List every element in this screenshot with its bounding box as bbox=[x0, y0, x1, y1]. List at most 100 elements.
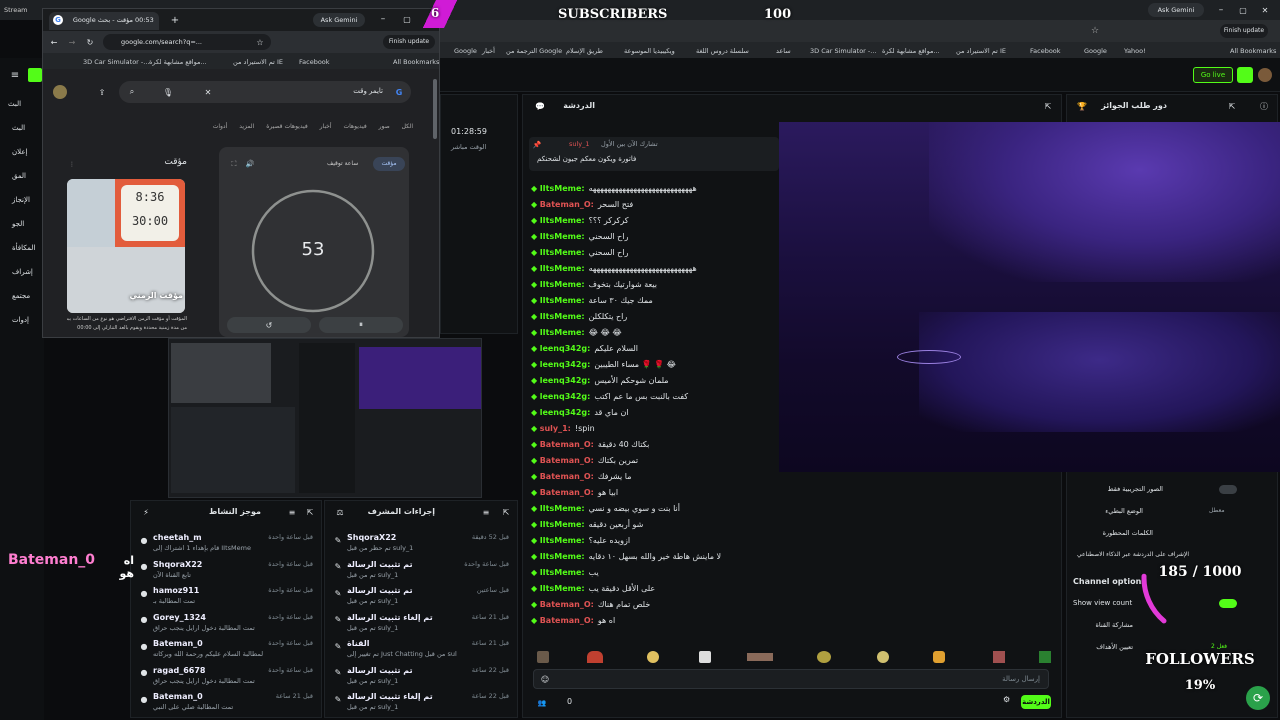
scrollbar[interactable] bbox=[433, 79, 437, 139]
sidebar-item[interactable]: المق bbox=[0, 166, 44, 186]
chat-username[interactable]: Bateman_O: bbox=[540, 616, 594, 625]
popout-icon[interactable]: ⇱ bbox=[1043, 101, 1053, 111]
chat-username[interactable]: IItsMeme: bbox=[540, 536, 585, 545]
list-item[interactable]: ✎ القناة تم تغيير إلى Just Chatting من قبل… bbox=[325, 637, 517, 663]
list-item[interactable]: ✎ ShqoraX22 تم حظر من قبل suly_1 قبل 52 دقي… bbox=[325, 531, 517, 557]
emote-icon[interactable] bbox=[587, 651, 603, 663]
search-tab[interactable]: فيديوهات قصيرة bbox=[266, 123, 307, 130]
menu-icon[interactable]: ≡ bbox=[8, 68, 22, 82]
close-icon[interactable]: ✕ bbox=[203, 86, 213, 98]
sidebar-item[interactable]: مجتمع bbox=[0, 286, 44, 306]
chat-username[interactable]: IItsMeme: bbox=[540, 552, 585, 561]
chat-username[interactable]: IItsMeme: bbox=[540, 248, 585, 257]
chat-username[interactable]: leenq342g: bbox=[540, 392, 591, 401]
emote-icon[interactable] bbox=[1039, 651, 1051, 663]
share-icon[interactable]: ⇪ bbox=[97, 87, 107, 97]
avatar[interactable] bbox=[1258, 68, 1272, 82]
chat-username[interactable]: leenq342g: bbox=[540, 376, 591, 385]
back-gemini-button[interactable]: Ask Gemini bbox=[1148, 3, 1204, 17]
list-item[interactable]: ● hamoz911 تمت المطالبة بـ قبل ساعة واحدة bbox=[131, 584, 321, 610]
list-item[interactable]: ✎ تم تثبيت الرسالة تم من قبل suly_1 قبل ساع… bbox=[325, 558, 517, 584]
front-tab[interactable]: G 00:53 مؤقت - بحث Google bbox=[49, 12, 159, 30]
chat-username[interactable]: Bateman_O: bbox=[540, 488, 594, 497]
sidebar-item[interactable]: المكافأة bbox=[0, 238, 44, 258]
list-item[interactable]: ✎ تم تثبيت الرسالة تم من قبل suly_1 قبل 22 … bbox=[325, 664, 517, 690]
popout-icon[interactable]: ⇱ bbox=[305, 507, 315, 517]
search-tab[interactable]: أدوات bbox=[213, 123, 228, 130]
go-live-button[interactable]: Go live bbox=[1193, 67, 1233, 83]
front-finish-update-button[interactable]: Finish update bbox=[383, 35, 435, 49]
search-tab[interactable]: المزيد bbox=[239, 123, 254, 130]
chat-username[interactable]: Bateman_O: bbox=[540, 440, 594, 449]
filter-icon[interactable]: ≡ bbox=[287, 507, 297, 517]
chat-username[interactable]: IItsMeme: bbox=[540, 328, 585, 337]
pinned-message[interactable]: 📌 suly_1 تشارك الآن بين الأول فاتورة ويك… bbox=[529, 137, 779, 171]
list-item[interactable]: ● Bateman_0 تمت المطالبة السلام عليكم ورحم… bbox=[131, 637, 321, 663]
info-icon[interactable]: ⓘ bbox=[1259, 101, 1269, 111]
emote-icon[interactable] bbox=[647, 651, 659, 663]
chat-username[interactable]: leenq342g: bbox=[540, 408, 591, 417]
search-tab-all[interactable]: الكل bbox=[402, 123, 413, 130]
chat-input[interactable]: إرسال رسالة ☺ bbox=[533, 669, 1049, 689]
google-avatar[interactable] bbox=[53, 85, 67, 99]
fullscreen-icon[interactable]: ⛶ bbox=[229, 159, 239, 169]
reset-button[interactable]: ↺ bbox=[227, 317, 311, 333]
sidebar-item[interactable]: إدوات bbox=[0, 310, 44, 330]
popout-icon[interactable]: ⇱ bbox=[501, 507, 511, 517]
sidebar-item[interactable]: البث bbox=[0, 118, 44, 138]
chat-username[interactable]: Bateman_O: bbox=[540, 472, 594, 481]
sidebar-item[interactable]: الجو bbox=[0, 214, 44, 234]
chat-username[interactable]: IItsMeme: bbox=[540, 184, 585, 193]
chat-username[interactable]: IItsMeme: bbox=[540, 312, 585, 321]
chat-username[interactable]: IItsMeme: bbox=[540, 216, 585, 225]
emote-icon[interactable] bbox=[993, 651, 1005, 663]
front-gemini-button[interactable]: Ask Gemini bbox=[313, 13, 365, 27]
back-tab[interactable]: Stream bbox=[4, 3, 42, 17]
minimize-icon[interactable]: – bbox=[1214, 3, 1228, 17]
star-icon[interactable]: ☆ bbox=[1088, 24, 1102, 38]
filter-icon[interactable]: ≡ bbox=[481, 507, 491, 517]
search-tab[interactable]: أخبار bbox=[320, 123, 332, 130]
volume-icon[interactable]: 🔊 bbox=[245, 159, 255, 169]
kick-logo-small[interactable] bbox=[1237, 67, 1253, 83]
chat-username[interactable]: IItsMeme: bbox=[540, 280, 585, 289]
list-item[interactable]: ● ragad_6678 تمت المطالبة دخول ارايل ينجب … bbox=[131, 664, 321, 690]
chat-username[interactable]: Bateman_O: bbox=[540, 456, 594, 465]
chat-username[interactable]: Bateman_O: bbox=[540, 600, 594, 609]
sidebar-item[interactable]: إشراف bbox=[0, 262, 44, 282]
timer-tab-stopwatch[interactable]: ساعة توقيف bbox=[327, 160, 358, 167]
new-tab-icon[interactable]: + bbox=[169, 14, 181, 26]
toggle-sub-only[interactable] bbox=[1219, 485, 1237, 494]
chat-username[interactable]: IItsMeme: bbox=[540, 232, 585, 241]
close-icon[interactable]: ✕ bbox=[1258, 3, 1272, 17]
list-item[interactable]: ● Bateman_0 تمت المطالبة صلي على النبي قبل … bbox=[131, 690, 321, 716]
back-arrow-icon[interactable]: ← bbox=[49, 36, 59, 48]
timer-tab-timer[interactable]: مؤقت bbox=[373, 157, 405, 171]
emote-icon[interactable] bbox=[933, 651, 945, 663]
google-search-box[interactable]: تايمر وقت G ⌕ 🎙 ✕ bbox=[119, 81, 411, 103]
emote-icon[interactable] bbox=[747, 653, 773, 661]
emoji-icon[interactable]: ☺ bbox=[540, 674, 550, 684]
sidebar-item[interactable]: إعلان bbox=[0, 142, 44, 162]
kick-logo[interactable] bbox=[28, 68, 42, 82]
list-item[interactable]: ✎ تم إلغاء تثبيت الرسالة تم من قبل suly_1 ق… bbox=[325, 690, 517, 716]
emote-icon[interactable] bbox=[877, 651, 889, 663]
maximize-icon[interactable]: ▢ bbox=[401, 13, 413, 25]
chat-username[interactable]: IItsMeme: bbox=[540, 296, 585, 305]
chat-username[interactable]: IItsMeme: bbox=[540, 568, 585, 577]
list-item[interactable]: ✎ تم إلغاء تثبيت الرسالة تم من قبل suly_1 ق… bbox=[325, 611, 517, 637]
list-item[interactable]: ✎ تم تثبيت الرسالة تم من قبل suly_1 قبل ساع… bbox=[325, 584, 517, 610]
chat-username[interactable]: suly_1: bbox=[540, 424, 571, 433]
emote-icon[interactable] bbox=[817, 651, 831, 663]
front-address-field[interactable]: google.com/search?q=... bbox=[103, 34, 271, 50]
chat-username[interactable]: IItsMeme: bbox=[540, 520, 585, 529]
maximize-icon[interactable]: ▢ bbox=[1236, 3, 1250, 17]
search-tab[interactable]: صور bbox=[379, 123, 390, 130]
list-item[interactable]: ● ShqoraX22 تابع القناة الآن قبل ساعة واحدة bbox=[131, 558, 321, 584]
reload-icon[interactable]: ↻ bbox=[85, 36, 95, 48]
chat-settings-icon[interactable]: ⚙ bbox=[1003, 695, 1013, 705]
chat-username[interactable]: IItsMeme: bbox=[540, 584, 585, 593]
chat-username[interactable]: Bateman_O: bbox=[540, 200, 594, 209]
search-tab[interactable]: فيديوهات bbox=[343, 123, 366, 130]
list-item[interactable]: ● Gorey_1324 تمت المطالبة دخول ارايل ينجب … bbox=[131, 611, 321, 637]
